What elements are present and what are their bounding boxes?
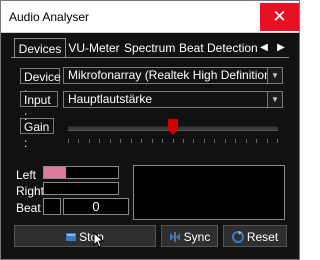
gain-slider-thumb[interactable] [168,119,178,135]
reset-button[interactable]: Reset [223,225,287,247]
sync-button[interactable]: Sync [161,225,218,247]
gain-tick [235,139,236,143]
left-level-meter [43,166,119,179]
sync-arrows-icon [169,231,180,242]
stop-button[interactable]: Stop [14,225,156,247]
analyser-display [133,165,285,220]
chevron-down-icon: ▼ [267,92,282,107]
gain-tick [225,139,226,143]
tab-scroll-right-button[interactable]: ▶ [272,38,290,58]
device-label: Device : [20,68,61,100]
input-value: Hauptlautstärke [68,92,153,106]
reset-circle-icon [231,230,244,243]
gain-tick [183,139,184,143]
gain-tick [89,139,90,143]
right-meter-label: Right [16,184,45,198]
device-select[interactable]: Mikrofonarray (Realtek High Definition A… [63,67,283,84]
chevron-down-icon: ▼ [267,68,282,83]
stop-square-icon [66,232,77,241]
close-button[interactable]: ✕ [260,3,299,31]
gain-tick [162,139,163,143]
beat-label: Beat [16,201,41,215]
gain-tick [152,139,153,143]
left-meter-label: Left [16,168,37,182]
sync-button-label: Sync [183,229,211,244]
beat-indicator [43,198,61,215]
tab-devices[interactable]: Devices [14,38,66,58]
gain-tick [277,139,278,143]
beat-count-display: 0 [63,198,129,215]
gain-tick [68,139,69,143]
gain-slider-ticks [68,139,278,143]
left-level-fill [44,167,67,178]
gain-tick [120,139,121,143]
window-title: Audio Analyser [9,10,90,24]
tab-beat-detection[interactable]: Beat Detection [179,38,258,58]
gain-tick [110,139,111,143]
gain-tick [141,139,142,143]
gain-label: Gain : [20,118,54,150]
gain-tick [256,139,257,143]
tab-beat-detection-label: Beat Detection [179,41,258,55]
close-icon: ✕ [272,7,287,26]
input-select[interactable]: Hauptlautstärke ▼ [63,91,283,108]
tab-spectrum[interactable]: Spectrum [124,38,176,58]
gain-tick [78,139,79,143]
gain-tick [131,139,132,143]
tab-vu-meter-label: VU-Meter [68,41,120,55]
gain-tick [214,139,215,143]
gain-tick [99,139,100,143]
input-label: Input : [20,91,58,123]
gain-tick [193,139,194,143]
tab-devices-label: Devices [18,42,62,56]
chevron-right-icon: ▶ [277,42,285,53]
gain-tick [204,139,205,143]
title-bar: Audio Analyser ✕ [1,1,299,33]
tab-vu-meter[interactable]: VU-Meter [68,38,120,58]
gain-tick [246,139,247,143]
tab-strip: Devices VU-Meter Spectrum Beat Detection… [11,38,301,58]
right-level-meter [43,182,119,195]
mouse-pointer-icon [93,232,105,248]
tab-spectrum-label: Spectrum [124,41,176,55]
tab-panel-divider [11,57,289,58]
audio-analyser-window: Audio Analyser ✕ Devices VU-Meter Spectr… [0,0,300,260]
gain-tick [173,139,174,143]
device-value: Mikrofonarray (Realtek High Definition A… [68,68,282,82]
chevron-left-icon: ◀ [260,42,268,53]
gain-tick [267,139,268,143]
reset-button-label: Reset [246,229,279,244]
tab-scroll-left-button[interactable]: ◀ [255,38,273,58]
